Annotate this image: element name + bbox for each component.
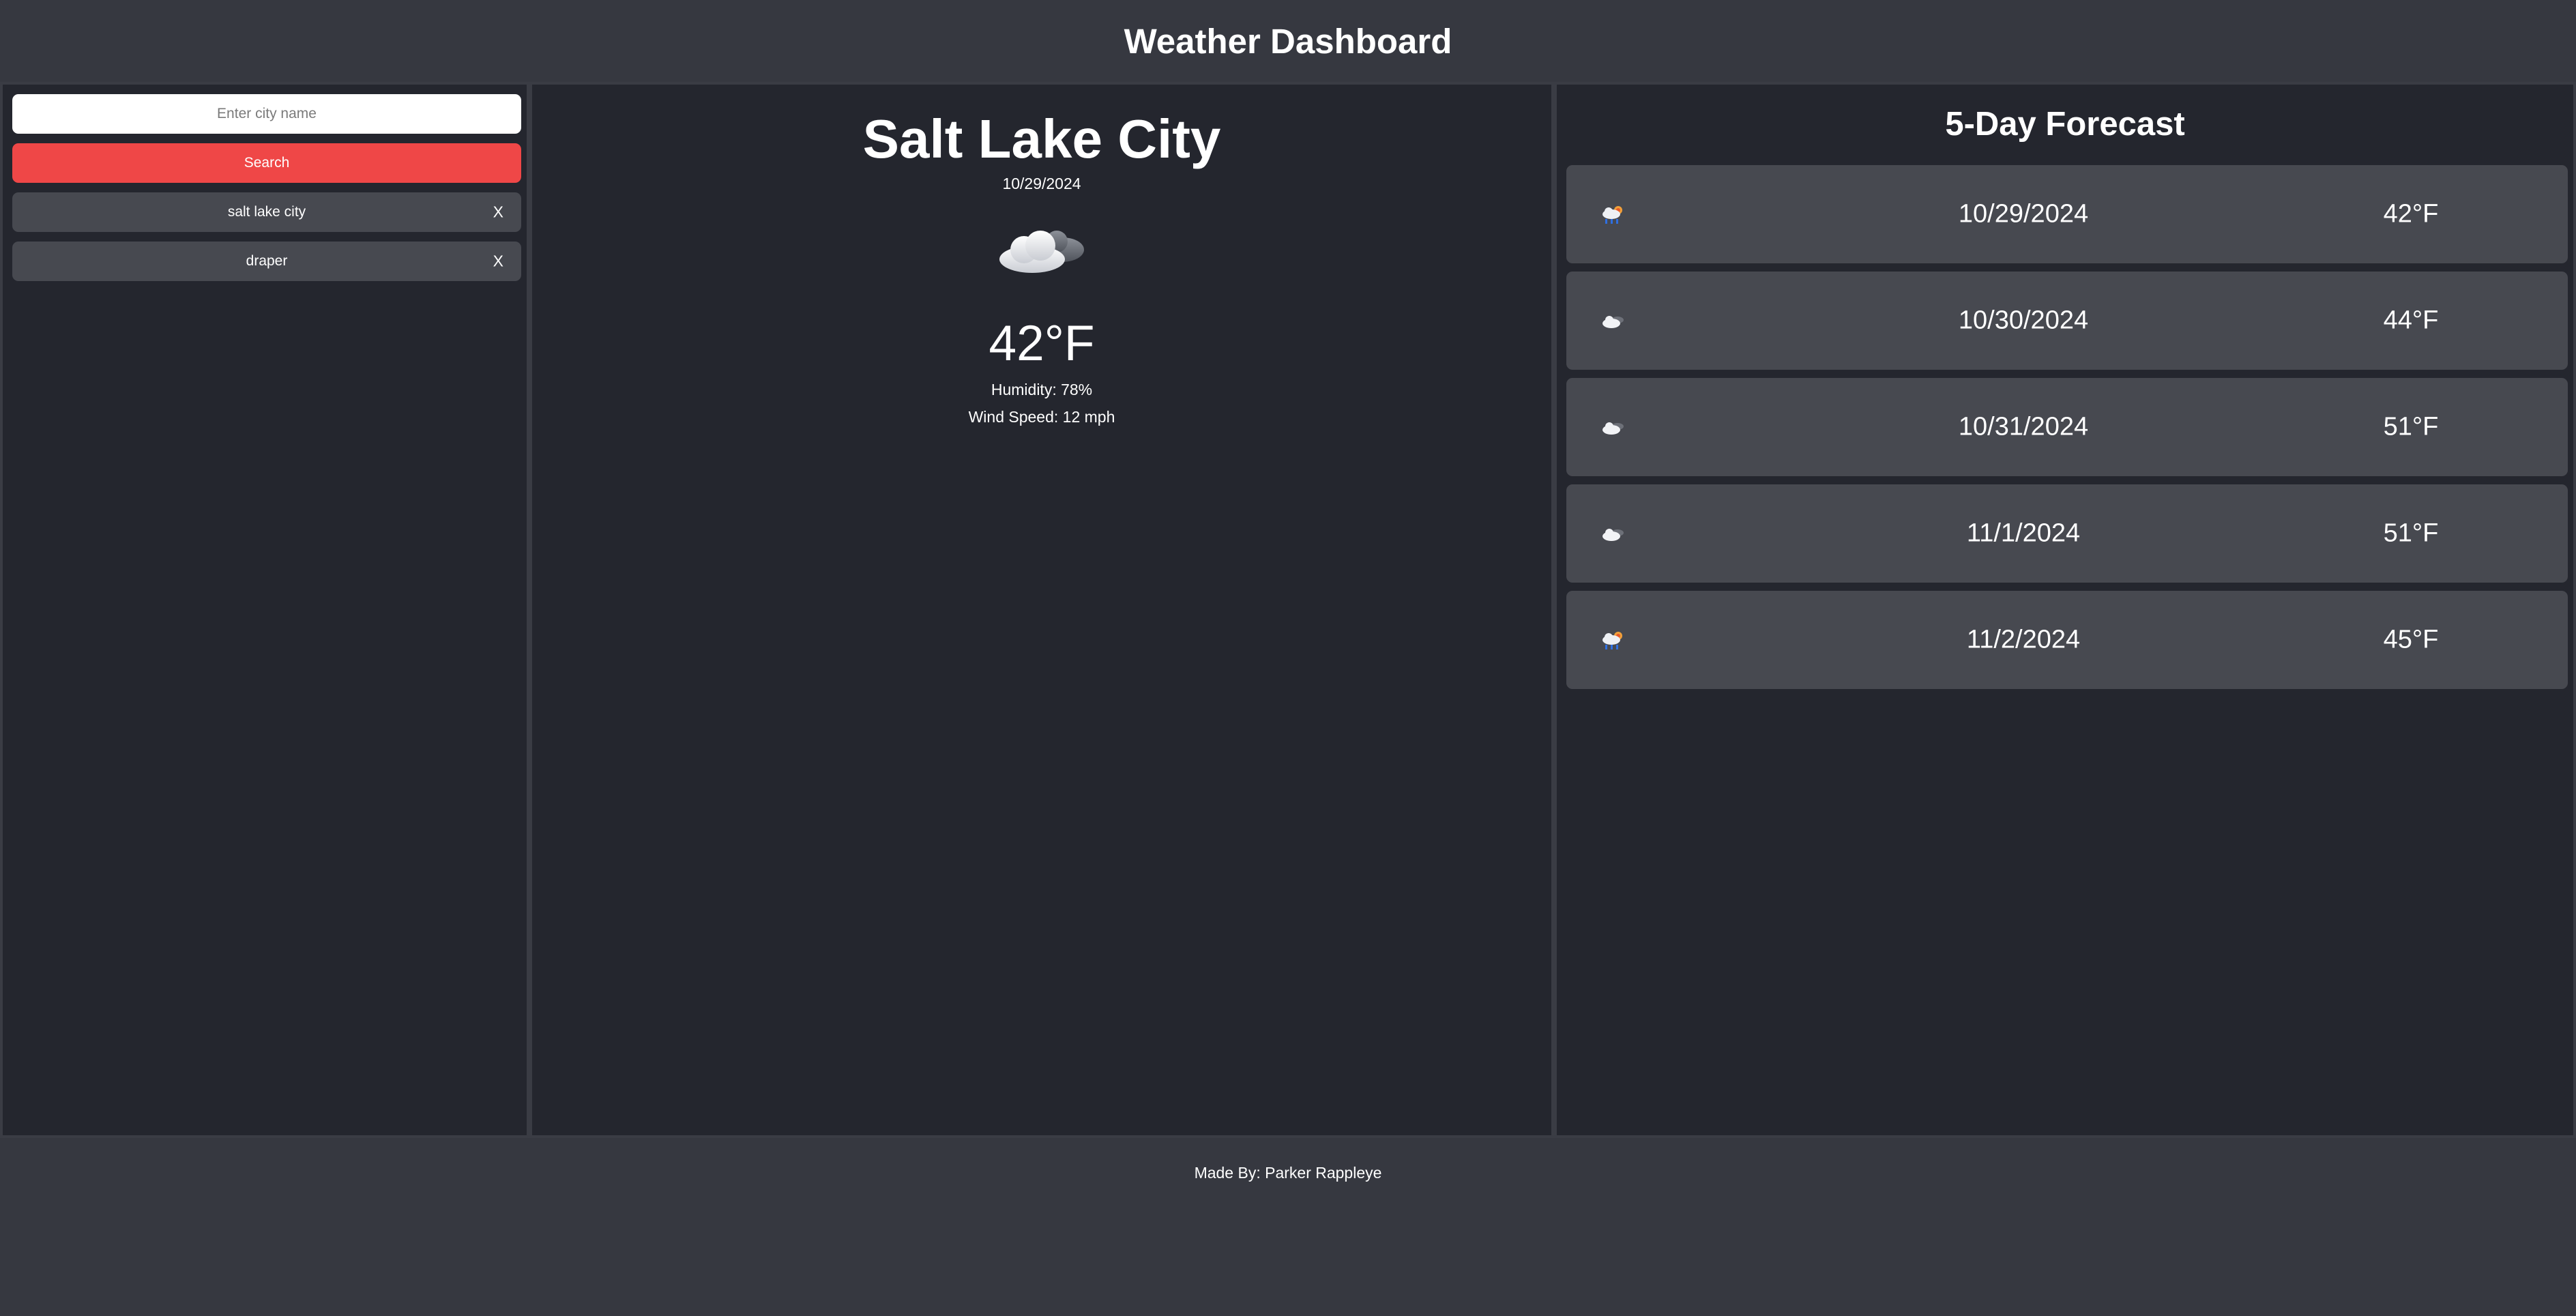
- forecast-card: 11/1/2024 51°F: [1566, 484, 2568, 583]
- partly-cloudy-icon: [1599, 310, 1628, 332]
- partly-cloudy-icon: [1599, 416, 1628, 438]
- current-temperature: 42°F: [989, 316, 1095, 371]
- forecast-card: 10/29/2024 42°F: [1566, 165, 2568, 263]
- forecast-temp: 44°F: [2383, 306, 2439, 335]
- forecast-temp: 45°F: [2383, 625, 2439, 654]
- app-footer: Made By: Parker Rappleye: [0, 1138, 2576, 1316]
- search-sidebar: Search salt lake city X draper X: [0, 82, 529, 1138]
- history-item-salt-lake-city[interactable]: salt lake city X: [12, 192, 521, 232]
- forecast-date: 10/29/2024: [1958, 199, 2089, 229]
- footer-credit: Made By: Parker Rappleye: [1194, 1164, 1382, 1182]
- forecast-temp: 42°F: [2383, 199, 2439, 229]
- current-weather-panel: Salt Lake City 10/29/2024 42°F Humidity:…: [529, 82, 1554, 1138]
- partly-cloudy-icon: [1599, 523, 1628, 544]
- forecast-date: 11/2/2024: [1966, 625, 2081, 654]
- city-search-input[interactable]: [12, 94, 521, 134]
- current-date: 10/29/2024: [1002, 175, 1081, 192]
- forecast-date: 11/1/2024: [1966, 518, 2081, 548]
- city-name: Salt Lake City: [862, 108, 1221, 169]
- search-button[interactable]: Search: [12, 143, 521, 183]
- forecast-panel: 5-Day Forecast 10/29/2024 42°F 10/30/202…: [1554, 82, 2576, 1138]
- partly-cloudy-icon: [994, 214, 1089, 282]
- history-item-label: draper: [246, 253, 288, 269]
- rain-icon: [1599, 629, 1628, 651]
- history-item-label: salt lake city: [227, 204, 306, 220]
- humidity-readout: Humidity: 78%: [991, 381, 1093, 398]
- forecast-date: 10/30/2024: [1958, 306, 2089, 335]
- forecast-temp: 51°F: [2383, 518, 2439, 548]
- main-content: Search salt lake city X draper X Salt La…: [0, 82, 2576, 1138]
- page-title: Weather Dashboard: [1124, 21, 1452, 61]
- forecast-card: 10/30/2024 44°F: [1566, 272, 2568, 370]
- rain-icon: [1599, 203, 1628, 225]
- remove-history-button[interactable]: X: [493, 203, 503, 222]
- forecast-title: 5-Day Forecast: [1945, 106, 2185, 143]
- forecast-temp: 51°F: [2383, 412, 2439, 441]
- wind-speed-readout: Wind Speed: 12 mph: [968, 408, 1115, 426]
- forecast-card: 11/2/2024 45°F: [1566, 591, 2568, 689]
- remove-history-button[interactable]: X: [493, 252, 503, 271]
- forecast-card: 10/31/2024 51°F: [1566, 378, 2568, 476]
- app-header: Weather Dashboard: [0, 0, 2576, 82]
- forecast-date: 10/31/2024: [1958, 412, 2089, 441]
- history-item-draper[interactable]: draper X: [12, 242, 521, 281]
